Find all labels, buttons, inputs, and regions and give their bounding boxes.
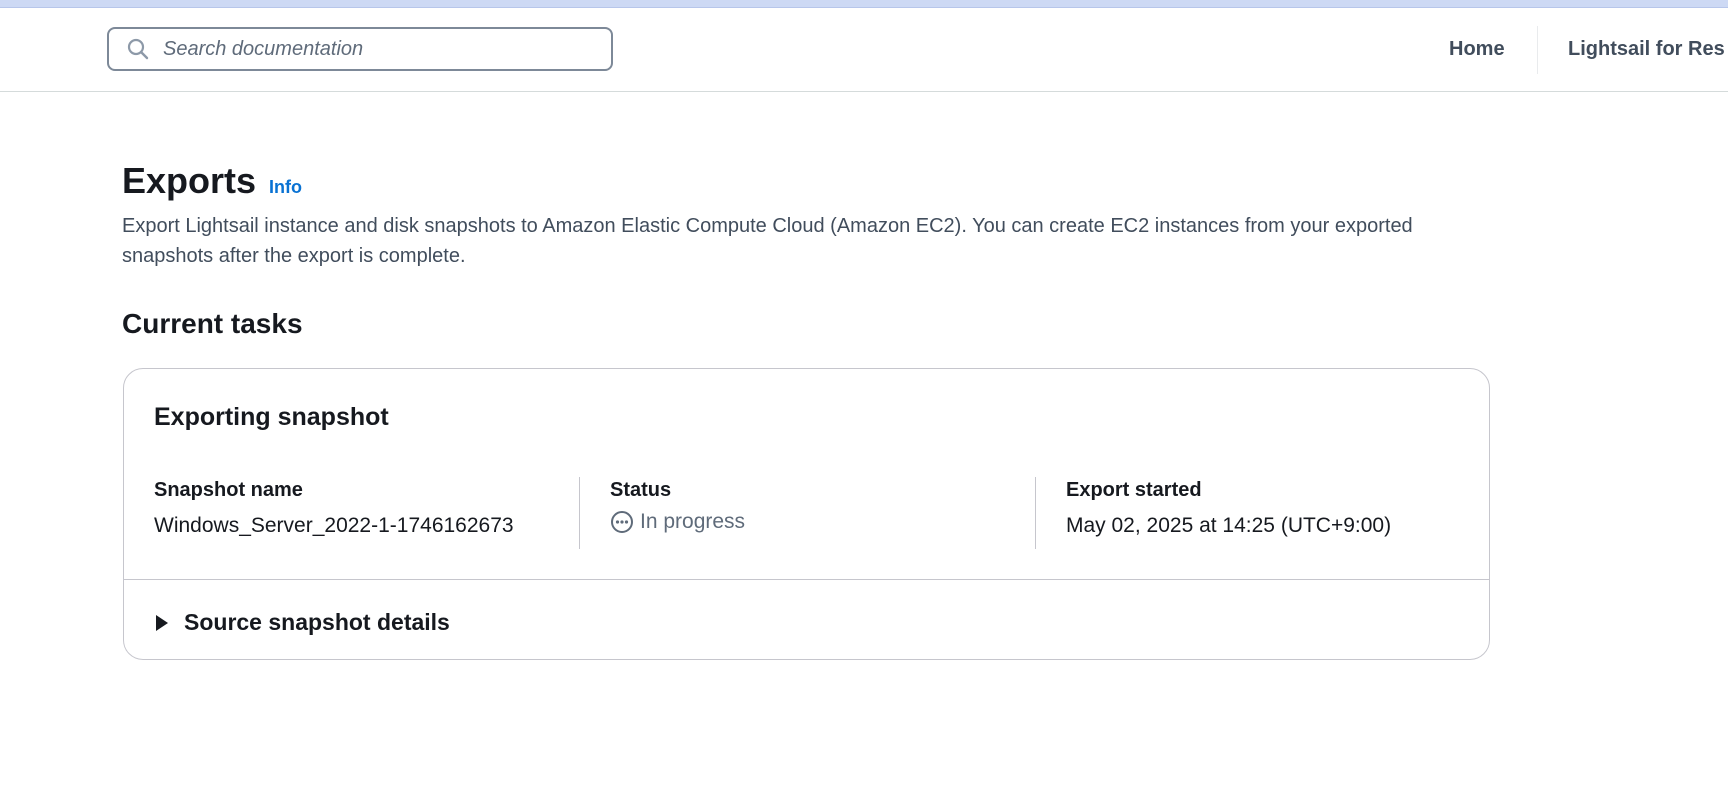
column-divider — [1035, 477, 1036, 549]
source-snapshot-details-toggle[interactable]: Source snapshot details — [156, 609, 450, 636]
card-divider — [124, 579, 1489, 580]
status-value: In progress — [640, 510, 746, 533]
snapshot-name-value: Windows_Server_2022-1-1746162673 — [154, 514, 514, 537]
export-started-label: Export started — [1066, 479, 1202, 501]
status-column: Status In progress — [610, 479, 745, 534]
nav-lightsail-link[interactable]: Lightsail for Res — [1568, 38, 1725, 61]
page-title-row: Exports Info — [122, 160, 302, 202]
search-icon — [127, 38, 149, 60]
docs-header: Home Lightsail for Res — [0, 8, 1728, 92]
nav-divider — [1537, 26, 1538, 74]
search-box[interactable] — [107, 27, 613, 71]
current-tasks-heading: Current tasks — [122, 308, 303, 339]
page-description: Export Lightsail instance and disk snaps… — [122, 215, 1413, 267]
in-progress-icon — [611, 511, 633, 533]
export-started-value: May 02, 2025 at 14:25 (UTC+9:00) — [1066, 514, 1392, 537]
card-title: Exporting snapshot — [154, 403, 389, 431]
snapshot-name-label: Snapshot name — [154, 479, 303, 501]
export-task-card: Exporting snapshot Snapshot name Windows… — [123, 368, 1490, 660]
snapshot-name-column: Snapshot name Windows_Server_2022-1-1746… — [154, 479, 514, 538]
column-divider — [579, 477, 580, 549]
source-snapshot-details-label: Source snapshot details — [184, 609, 450, 635]
browser-top-strip — [0, 0, 1728, 8]
export-started-column: Export started May 02, 2025 at 14:25 (UT… — [1066, 479, 1391, 538]
nav-home-link[interactable]: Home — [1449, 38, 1505, 61]
page-title: Exports — [122, 160, 257, 201]
info-link[interactable]: Info — [269, 177, 302, 198]
caret-right-icon — [156, 614, 168, 631]
status-label: Status — [610, 479, 672, 501]
search-input[interactable] — [161, 30, 611, 68]
status-indicator: In progress — [610, 510, 745, 534]
